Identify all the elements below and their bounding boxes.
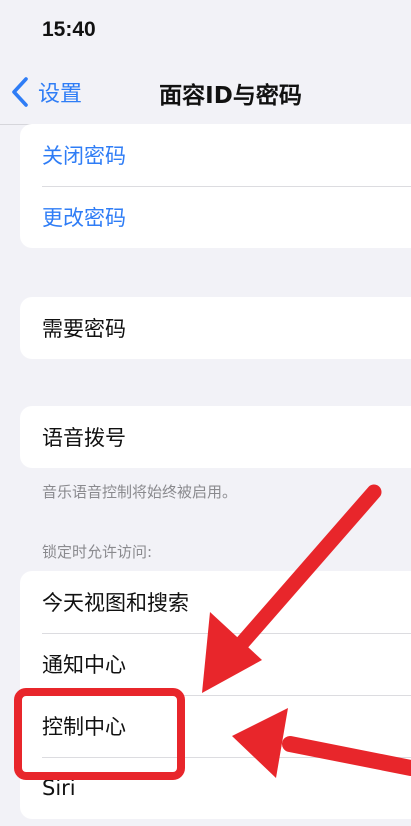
- notification-center-item[interactable]: 通知中心: [20, 633, 411, 695]
- voice-dial-group: 语音拨号: [20, 406, 411, 468]
- navigation-bar: 设置 面容ID与密码: [0, 62, 411, 122]
- require-passcode-group: 需要密码: [20, 297, 411, 359]
- change-passcode-button[interactable]: 更改密码: [20, 186, 411, 248]
- require-passcode-item[interactable]: 需要密码: [20, 297, 411, 359]
- voice-dial-footnote: 音乐语音控制将始终被启用。: [42, 483, 238, 501]
- turn-off-passcode-button[interactable]: 关闭密码: [20, 124, 411, 186]
- baidu-watermark: [377, 794, 403, 820]
- passcode-group: 关闭密码 更改密码: [20, 124, 411, 248]
- highlight-box: [14, 688, 185, 780]
- status-bar: 15:40: [0, 0, 411, 60]
- locked-access-header: 锁定时允许访问:: [42, 543, 153, 561]
- page-title: 面容ID与密码: [159, 83, 302, 109]
- baidu-paw-icon: [378, 797, 402, 818]
- settings-screen: 15:40 设置 面容ID与密码 关闭密码 更改密码 需要密码 语音拨号 音乐语…: [0, 0, 411, 826]
- voice-dial-item[interactable]: 语音拨号: [20, 406, 411, 468]
- today-view-item[interactable]: 今天视图和搜索: [20, 571, 411, 633]
- status-time: 15:40: [42, 18, 96, 41]
